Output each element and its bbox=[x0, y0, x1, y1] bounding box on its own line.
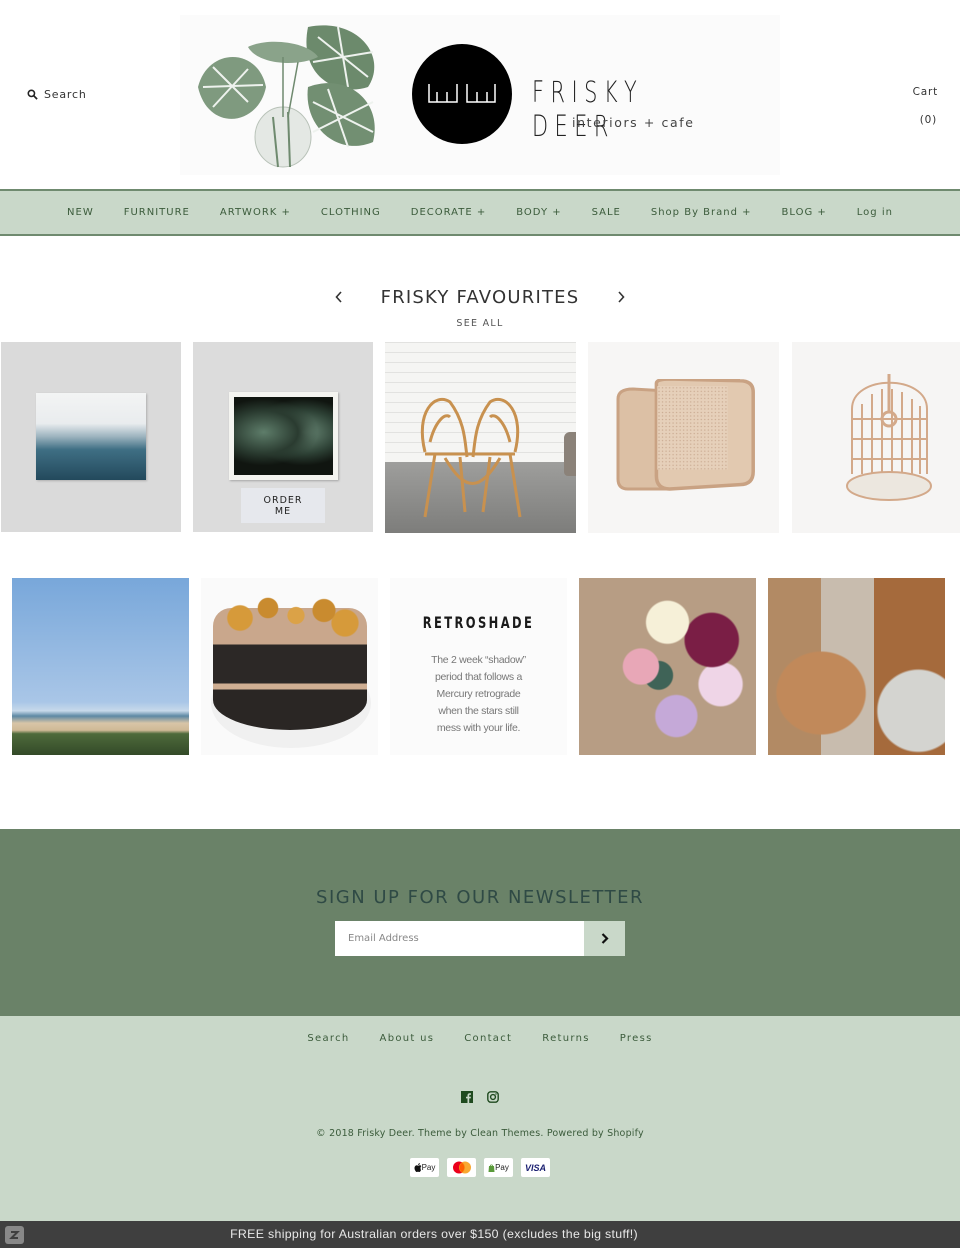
pretzel-topping bbox=[219, 593, 359, 643]
favourites-header: FRISKY FAVOURITES bbox=[0, 287, 960, 308]
footer-link-returns[interactable]: Returns bbox=[542, 1033, 590, 1044]
product-image bbox=[616, 379, 755, 491]
product-cane-armchair[interactable] bbox=[588, 342, 779, 533]
instagram-pretzel-cake-photo[interactable] bbox=[201, 578, 378, 755]
nav-item-blog[interactable]: BLOG + bbox=[782, 207, 827, 218]
announcement-text: FREE shipping for Australian orders over… bbox=[230, 1227, 638, 1241]
copyright-text: © 2018 Frisky Deer. Theme by Clean Theme… bbox=[316, 1128, 644, 1139]
plant-pot bbox=[564, 432, 576, 476]
payment-methods: Pay Pay VISA bbox=[0, 1158, 960, 1177]
mastercard-icon bbox=[447, 1158, 476, 1177]
newsletter-section: SIGN UP FOR OUR NEWSLETTER bbox=[0, 829, 960, 1016]
footer-links: Search About us Contact Returns Press bbox=[0, 1033, 960, 1044]
search-link[interactable]: Search bbox=[27, 88, 87, 101]
visa-icon: VISA bbox=[521, 1158, 550, 1177]
quote-body: The 2 week “shadow” period that follows … bbox=[390, 652, 567, 737]
nav-item-body[interactable]: BODY + bbox=[516, 207, 561, 218]
instagram-retroshade-quote[interactable]: RETROSHADE The 2 week “shadow” period th… bbox=[390, 578, 567, 755]
see-all-link[interactable]: SEE ALL bbox=[0, 318, 960, 329]
cart-label: Cart bbox=[912, 86, 938, 98]
product-image bbox=[36, 393, 146, 480]
search-label: Search bbox=[44, 88, 87, 101]
order-me-line1: ORDER bbox=[263, 495, 303, 506]
nav-item-furniture[interactable]: FURNITURE bbox=[124, 207, 190, 218]
product-ocean-canvas-artwork[interactable] bbox=[1, 342, 181, 532]
quote-line: The 2 week “shadow” bbox=[431, 654, 526, 666]
section-title: FRISKY FAVOURITES bbox=[380, 287, 580, 308]
nav-item-sale[interactable]: SALE bbox=[592, 207, 621, 218]
product-image bbox=[846, 374, 932, 501]
site-footer: Search About us Contact Returns Press © … bbox=[0, 1016, 960, 1221]
apple-pay-icon: Pay bbox=[410, 1158, 439, 1177]
apple-pay-label: Pay bbox=[421, 1163, 436, 1172]
footer-link-press[interactable]: Press bbox=[620, 1033, 653, 1044]
brand-name: FRISKY DEER bbox=[532, 75, 644, 143]
announcement-bar: FREE shipping for Australian orders over… bbox=[0, 1221, 960, 1248]
social-links bbox=[0, 1088, 960, 1103]
instagram-flower-bouquet-photo[interactable] bbox=[579, 578, 756, 755]
product-image bbox=[229, 392, 338, 480]
newsletter-form bbox=[335, 921, 625, 956]
email-input[interactable] bbox=[335, 921, 584, 956]
instagram-store-display-photo[interactable] bbox=[768, 578, 945, 755]
product-rattan-chair[interactable] bbox=[385, 342, 576, 533]
shopify-pay-icon: Pay bbox=[484, 1158, 513, 1177]
order-me-line2: ME bbox=[274, 506, 292, 517]
quote-title: RETROSHADE bbox=[422, 613, 535, 632]
quote-line: Mercury retrograde bbox=[436, 688, 521, 700]
chevron-left-icon[interactable] bbox=[329, 288, 349, 307]
logo-banner[interactable]: FRISKY DEER interiors + cafe bbox=[180, 15, 780, 175]
site-header: Search FRISKY DEER interiors + cafe Cart… bbox=[0, 0, 960, 189]
search-icon bbox=[27, 89, 38, 100]
nav-item-clothing[interactable]: CLOTHING bbox=[321, 207, 381, 218]
quote-line: mess with your life. bbox=[436, 722, 521, 734]
quote-line: when the stars still bbox=[438, 705, 519, 717]
main-nav: NEW FURNITURE ARTWORK + CLOTHING DECORAT… bbox=[0, 189, 960, 236]
quote-line: period that follows a bbox=[434, 671, 523, 683]
order-me-label: ORDER ME bbox=[241, 488, 325, 523]
product-hanging-rattan-chair[interactable] bbox=[792, 342, 960, 533]
brand-tagline: interiors + cafe bbox=[572, 115, 695, 130]
instagram-beach-photo[interactable] bbox=[12, 578, 189, 755]
facebook-icon[interactable] bbox=[461, 1088, 473, 1103]
product-leaf-print-artwork[interactable]: ORDER ME bbox=[193, 342, 373, 532]
nav-item-decorate[interactable]: DECORATE + bbox=[411, 207, 486, 218]
footer-link-contact[interactable]: Contact bbox=[464, 1033, 512, 1044]
nav-item-log-in[interactable]: Log in bbox=[857, 207, 893, 218]
newsletter-submit-button[interactable] bbox=[584, 921, 625, 956]
chevron-right-icon bbox=[601, 932, 609, 944]
logo-emblem bbox=[412, 44, 512, 144]
shopify-pay-label: Pay bbox=[495, 1163, 509, 1172]
monstera-plant-illustration bbox=[198, 25, 375, 168]
logo-mark-icon bbox=[428, 84, 496, 103]
cart-count: (0) bbox=[919, 114, 937, 126]
instagram-icon[interactable] bbox=[487, 1088, 499, 1103]
nav-item-new[interactable]: NEW bbox=[67, 207, 94, 218]
nav-item-shop-by-brand[interactable]: Shop By Brand + bbox=[651, 207, 752, 218]
nav-item-artwork[interactable]: ARTWORK + bbox=[220, 207, 291, 218]
footer-link-search[interactable]: Search bbox=[307, 1033, 349, 1044]
product-image bbox=[420, 398, 522, 518]
newsletter-title: SIGN UP FOR OUR NEWSLETTER bbox=[316, 887, 644, 908]
cart-link[interactable]: Cart (0) bbox=[913, 86, 938, 126]
footer-link-about-us[interactable]: About us bbox=[380, 1033, 435, 1044]
chevron-right-icon[interactable] bbox=[611, 288, 631, 307]
